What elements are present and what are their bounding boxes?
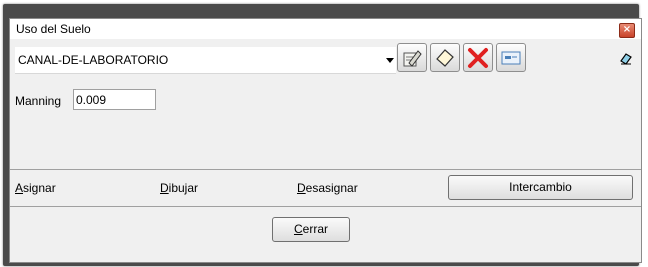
chevron-down-icon[interactable] bbox=[386, 58, 394, 63]
window-title: Uso del Suelo bbox=[16, 22, 91, 36]
properties-button[interactable] bbox=[496, 43, 526, 72]
erase-button[interactable] bbox=[430, 43, 460, 72]
eraser-icon[interactable] bbox=[619, 52, 633, 66]
intercambio-button[interactable]: Intercambio bbox=[448, 175, 633, 200]
edit-pencil-icon bbox=[403, 50, 422, 67]
close-button[interactable]: × bbox=[619, 23, 635, 38]
delete-button[interactable] bbox=[463, 43, 493, 72]
combo-selected-value: CANAL-DE-LABORATORIO bbox=[18, 53, 169, 67]
manning-label: Manning bbox=[15, 94, 62, 108]
dialog-window: Uso del Suelo × CANAL-DE-LABORATORIO Man… bbox=[9, 18, 642, 263]
edit-button[interactable] bbox=[397, 43, 427, 72]
action-bar: Asignar Dibujar Desasignar Intercambio bbox=[10, 169, 641, 207]
land-use-combobox[interactable]: CANAL-DE-LABORATORIO bbox=[15, 47, 396, 74]
erase-icon bbox=[436, 49, 454, 67]
manning-input[interactable] bbox=[73, 89, 156, 110]
desasignar-link[interactable]: Desasignar bbox=[297, 181, 358, 195]
asignar-link[interactable]: Asignar bbox=[15, 181, 56, 195]
cerrar-button[interactable]: Cerrar bbox=[272, 217, 350, 242]
title-bar: Uso del Suelo × bbox=[10, 19, 641, 39]
delete-x-icon bbox=[468, 48, 488, 68]
dibujar-link[interactable]: Dibujar bbox=[160, 181, 198, 195]
dialog-body: CANAL-DE-LABORATORIO Manning 0.009 Asign… bbox=[10, 39, 641, 262]
properties-icon bbox=[501, 51, 521, 65]
